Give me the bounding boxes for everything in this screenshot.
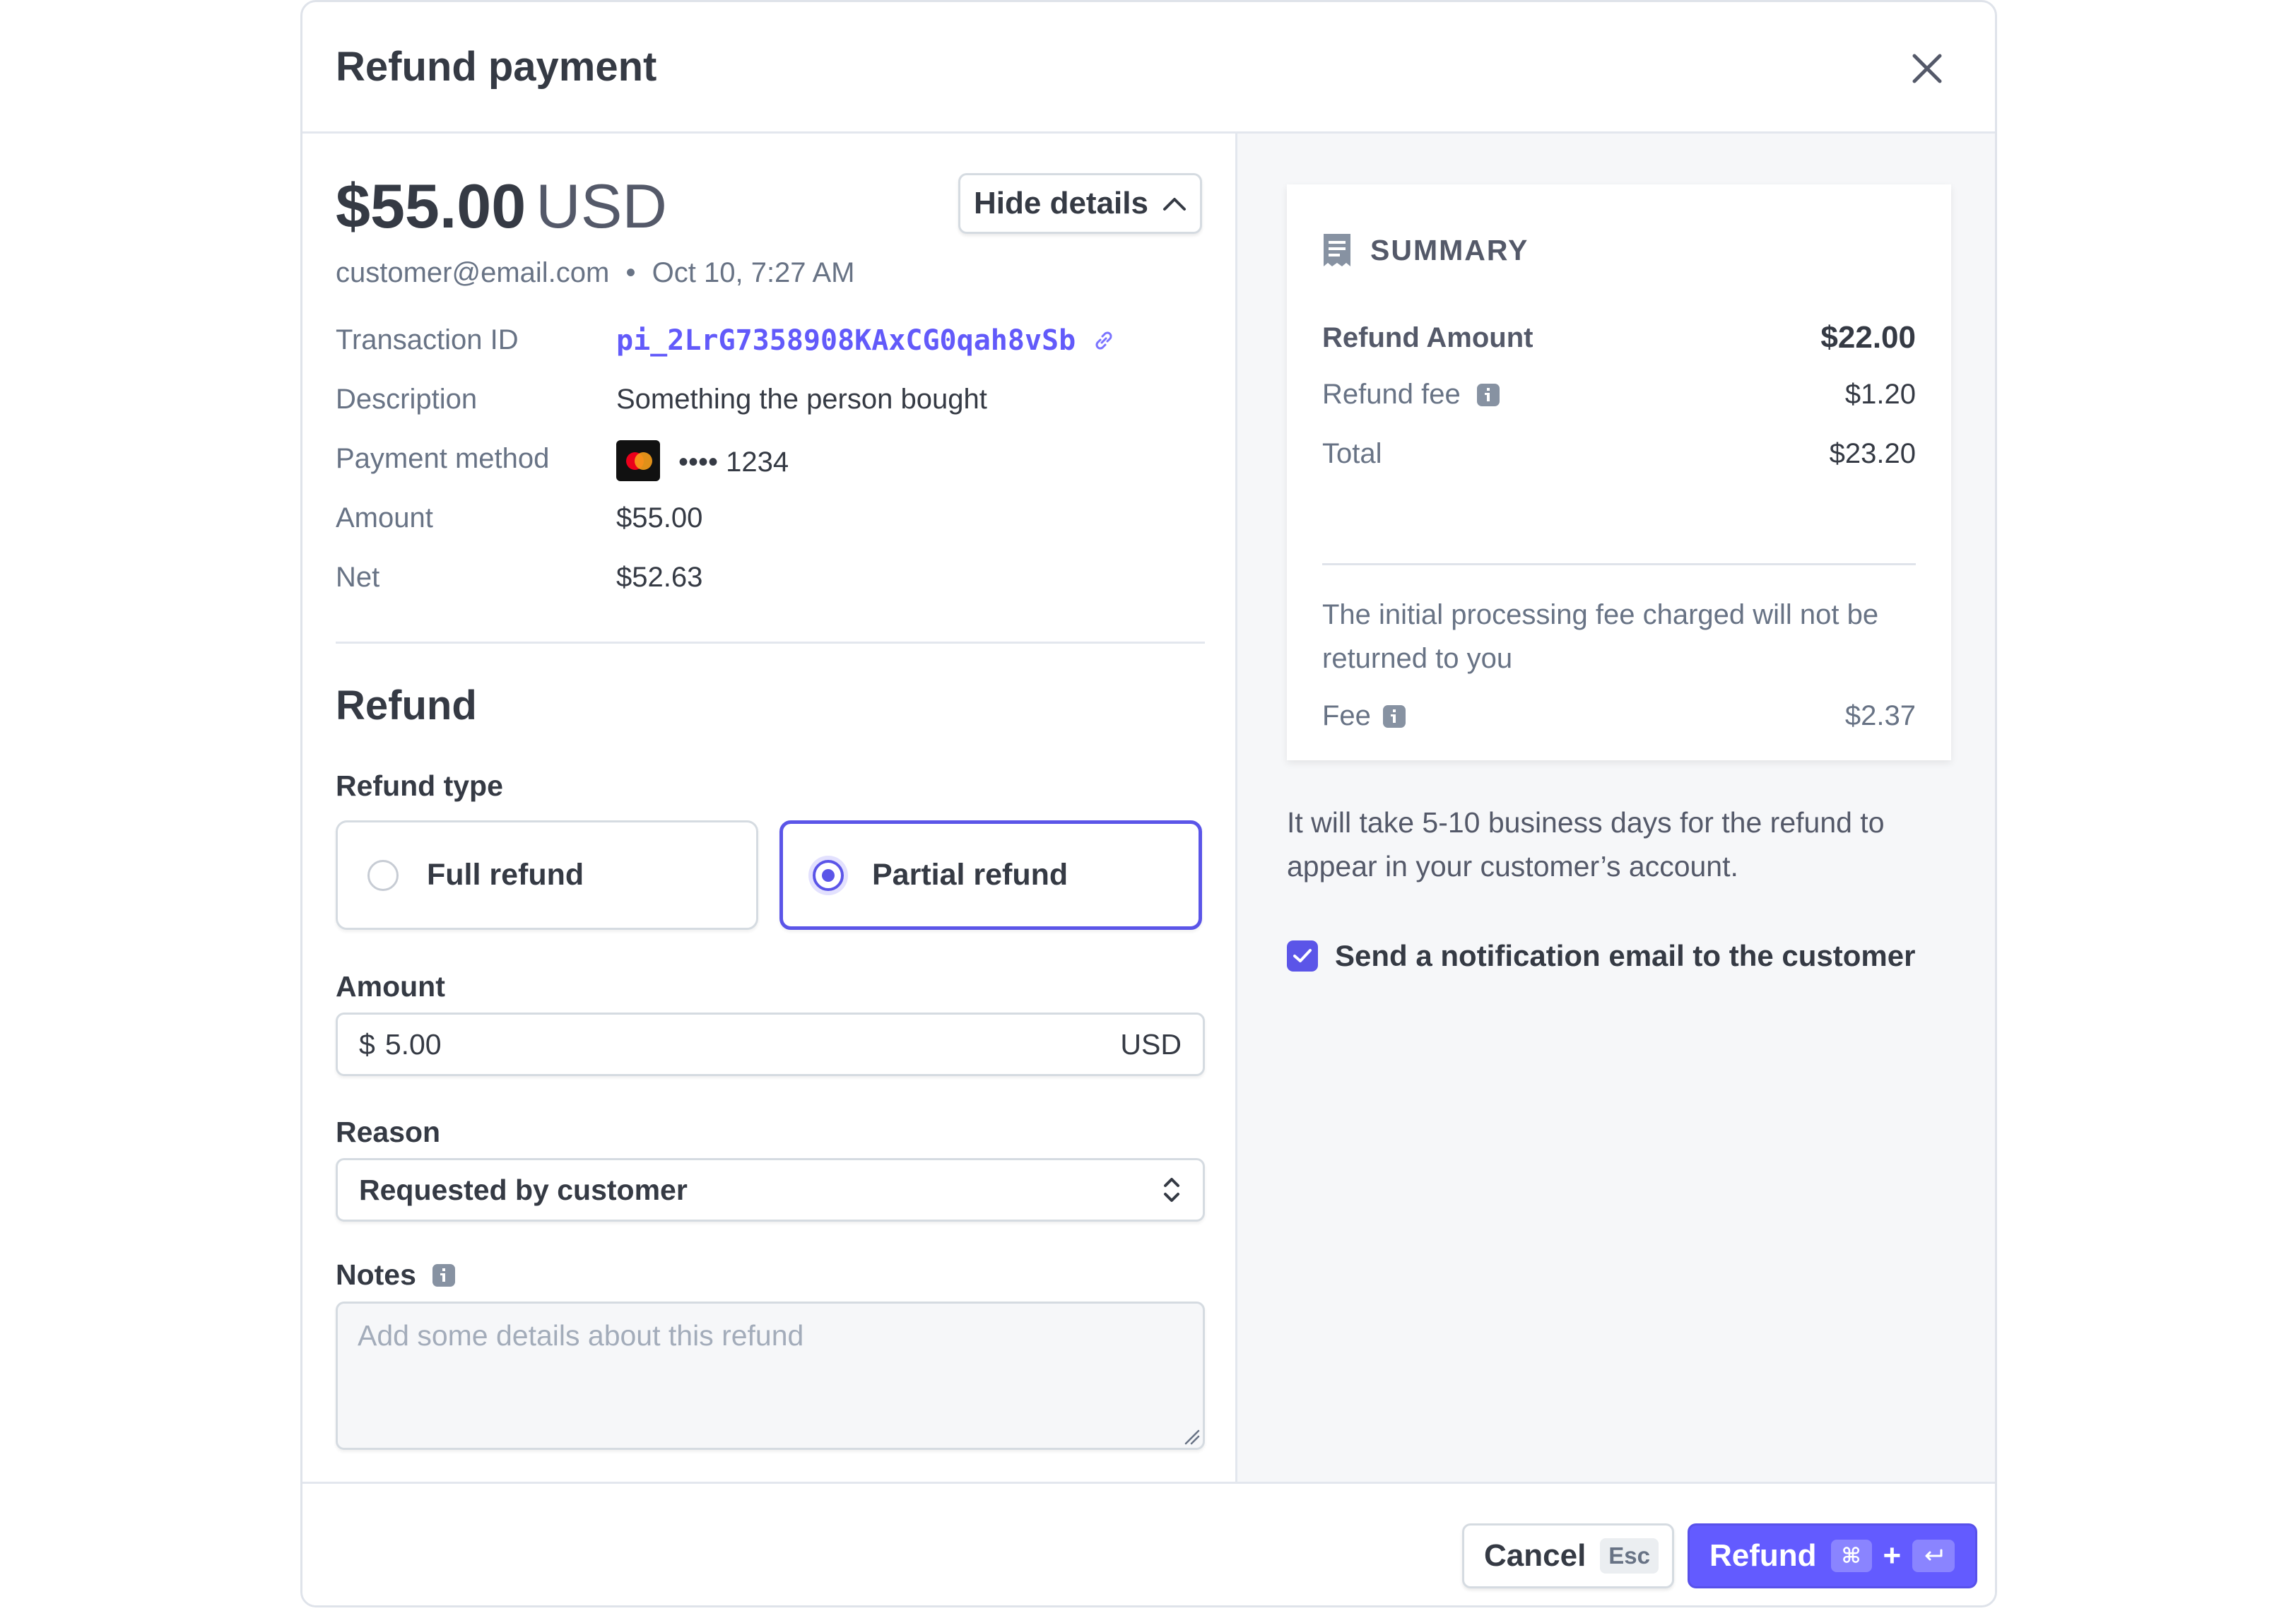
- receipt-torn-edge: [1287, 750, 1951, 760]
- select-arrows-icon: [1164, 1178, 1179, 1202]
- summary-label: Fee: [1322, 700, 1406, 732]
- summary-label: Refund Amount: [1322, 321, 1533, 353]
- resize-grip-icon[interactable]: [1182, 1427, 1200, 1445]
- detail-value: $55.00: [616, 502, 703, 533]
- command-key-icon: ⌘: [1830, 1540, 1872, 1572]
- reason-label: Reason: [336, 1116, 441, 1148]
- summary-divider: [1322, 563, 1916, 565]
- full-refund-option[interactable]: Full refund: [336, 820, 758, 930]
- enter-key-icon: [1925, 1549, 1943, 1561]
- hide-details-button[interactable]: Hide details: [958, 173, 1202, 234]
- summary-label: Total: [1322, 438, 1382, 469]
- refund-timing-note: It will take 5-10 business days for the …: [1287, 806, 1885, 883]
- info-icon[interactable]: [1476, 383, 1500, 407]
- detail-value: pi_2LrG7358908KAxCG0qah8vSb: [616, 324, 1117, 357]
- refund-fee-label: Refund fee: [1322, 379, 1461, 410]
- payment-date: Oct 10, 7:27 AM: [652, 257, 855, 288]
- summary-label: Refund fee: [1322, 379, 1500, 411]
- summary-value: $22.00: [1820, 320, 1916, 355]
- summary-panel: SUMMARY Refund Amount $22.00 Refund fee …: [1235, 134, 1995, 1482]
- radio-button-selected[interactable]: [813, 859, 844, 891]
- refund-heading: Refund: [336, 683, 477, 728]
- refund-type-label: Refund type: [336, 769, 503, 802]
- detail-row-net: Net $52.63: [336, 562, 1205, 621]
- summary-row-refund-fee: Refund fee $1.20: [1322, 379, 1916, 411]
- notes-textarea[interactable]: Add some details about this refund: [336, 1302, 1205, 1450]
- hide-details-label: Hide details: [974, 186, 1148, 220]
- refund-label: Refund: [1709, 1538, 1817, 1573]
- mastercard-icon: [616, 440, 660, 481]
- notes-placeholder: Add some details about this refund: [358, 1319, 804, 1352]
- detail-label: Transaction ID: [336, 324, 519, 355]
- notes-label-text: Notes: [336, 1258, 416, 1291]
- currency-prefix: $: [359, 1027, 375, 1061]
- radio-label: Partial refund: [872, 858, 1068, 892]
- payment-meta: customer@email.com • Oct 10, 7:27 AM: [336, 257, 854, 289]
- detail-row-payment-method: Payment method •••• 1234: [336, 440, 1205, 502]
- detail-label: Payment method: [336, 443, 550, 474]
- amount-value[interactable]: 5.00: [385, 1028, 1121, 1061]
- detail-value: $52.63: [616, 562, 703, 593]
- notification-label: Send a notification email to the custome…: [1335, 939, 1916, 972]
- dialog-header: Refund payment: [302, 2, 1995, 134]
- transaction-id-link[interactable]: pi_2LrG7358908KAxCG0qah8vSb: [616, 324, 1076, 357]
- section-divider: [336, 642, 1205, 644]
- summary-row-total: Total $23.20: [1322, 438, 1916, 470]
- summary-value: $1.20: [1844, 379, 1916, 410]
- info-icon[interactable]: [1382, 704, 1406, 728]
- detail-row-description: Description Something the person bought: [336, 384, 1205, 443]
- dialog-footer: Cancel Esc Refund ⌘ +: [302, 1482, 1995, 1605]
- detail-row-transaction-id: Transaction ID pi_2LrG7358908KAxCG0qah8v…: [336, 324, 1205, 384]
- cancel-button[interactable]: Cancel Esc: [1462, 1523, 1674, 1588]
- summary-heading: SUMMARY: [1322, 232, 1529, 268]
- card-last4: •••• 1234: [678, 446, 789, 478]
- refund-button[interactable]: Refund ⌘ +: [1688, 1523, 1977, 1588]
- payment-amount: $55.00 USD: [336, 170, 667, 242]
- summary-row-fee: Fee $2.37: [1322, 700, 1916, 732]
- detail-row-amount: Amount $55.00: [336, 502, 1205, 562]
- close-button[interactable]: [1907, 49, 1947, 88]
- checkmark-icon: [1293, 949, 1312, 962]
- notification-checkbox[interactable]: [1287, 940, 1318, 972]
- detail-value: Something the person bought: [616, 384, 987, 415]
- customer-email: customer@email.com: [336, 257, 610, 288]
- shortcut-plus: +: [1883, 1538, 1902, 1573]
- currency-suffix: USD: [1120, 1027, 1182, 1061]
- cancel-label: Cancel: [1484, 1538, 1586, 1573]
- payment-details: Transaction ID pi_2LrG7358908KAxCG0qah8v…: [336, 324, 1205, 621]
- info-icon[interactable]: [432, 1263, 456, 1287]
- radio-button[interactable]: [367, 859, 399, 891]
- refund-dialog: Refund payment $55.00 USD Hide details cu…: [300, 0, 1997, 1607]
- receipt-icon: [1324, 234, 1350, 266]
- amount-label: Amount: [336, 970, 445, 1003]
- detail-label: Amount: [336, 502, 433, 533]
- reason-select[interactable]: Requested by customer: [336, 1158, 1205, 1222]
- summary-value: $2.37: [1844, 700, 1916, 731]
- payment-amount-value: $55.00: [336, 171, 526, 241]
- refund-form-panel: $55.00 USD Hide details customer@email.co…: [302, 134, 1235, 1482]
- detail-value: •••• 1234: [616, 440, 789, 481]
- dialog-title: Refund payment: [336, 44, 657, 90]
- reason-value: Requested by customer: [359, 1173, 688, 1206]
- summary-receipt: SUMMARY Refund Amount $22.00 Refund fee …: [1287, 184, 1951, 760]
- meta-separator: •: [625, 257, 636, 288]
- detail-label: Net: [336, 562, 380, 593]
- summary-title: SUMMARY: [1370, 233, 1529, 266]
- esc-shortcut-badge: Esc: [1600, 1538, 1659, 1574]
- processing-fee-note: The initial processing fee charged will …: [1322, 599, 1879, 674]
- payment-currency: USD: [536, 171, 667, 241]
- link-icon[interactable]: [1091, 328, 1117, 353]
- summary-value: $23.20: [1829, 438, 1916, 469]
- chevron-up-icon: [1162, 198, 1186, 211]
- partial-refund-option[interactable]: Partial refund: [779, 820, 1202, 930]
- detail-label: Description: [336, 384, 478, 415]
- refund-amount-input[interactable]: $ 5.00 USD: [336, 1013, 1205, 1076]
- enter-key-badge: [1912, 1540, 1955, 1572]
- notification-checkbox-row[interactable]: Send a notification email to the custome…: [1287, 939, 1915, 973]
- summary-row-refund-amount: Refund Amount $22.00: [1322, 320, 1916, 355]
- notes-label: Notes: [336, 1258, 456, 1292]
- close-icon: [1912, 54, 1942, 83]
- radio-label: Full refund: [427, 858, 584, 892]
- fee-label: Fee: [1322, 700, 1371, 731]
